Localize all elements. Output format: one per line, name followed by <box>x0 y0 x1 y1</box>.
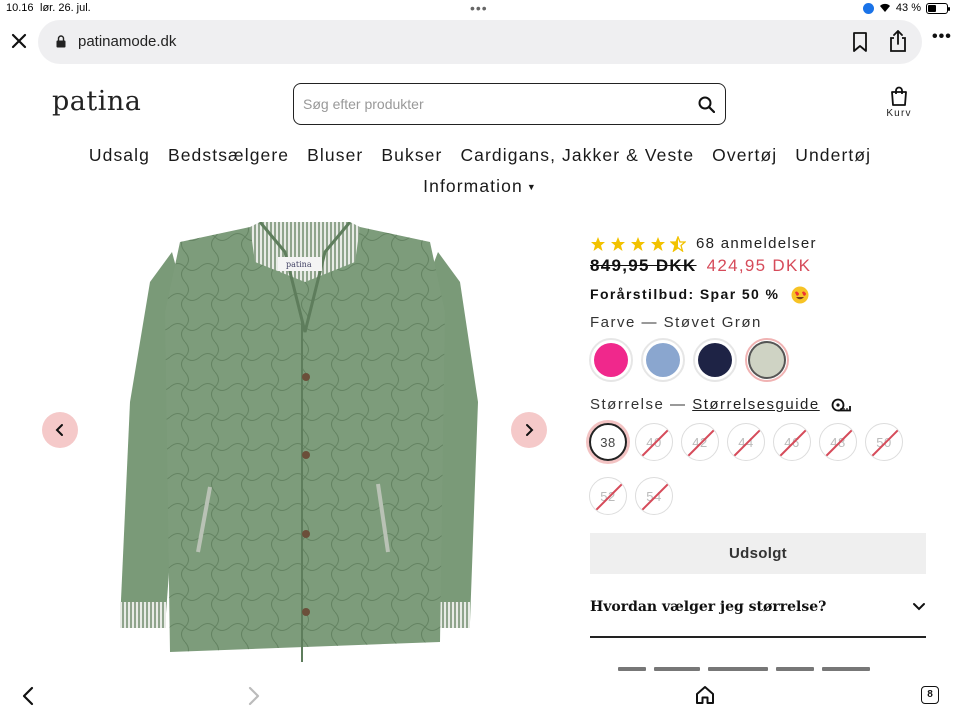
swatch-color-dot <box>750 343 784 377</box>
nav-item-bukser[interactable]: Bukser <box>381 145 442 167</box>
color-swatches <box>589 338 789 382</box>
home-icon[interactable] <box>695 685 715 705</box>
caret-down-icon: ▼ <box>526 182 537 193</box>
accordion-title: Hvordan vælger jeg størrelse? <box>590 599 827 615</box>
swatch-color-dot <box>594 343 628 377</box>
size-options: 38 40 42 44 46 48 50 52 54 <box>589 423 909 515</box>
bookmark-icon[interactable] <box>852 32 868 52</box>
nav-item-information[interactable]: Information ▼ <box>423 176 537 198</box>
location-icon <box>862 2 874 14</box>
color-label: Farve — Støvet Grøn <box>590 314 762 331</box>
size-label: Størrelse — <box>590 396 687 413</box>
size-option-46[interactable]: 46 <box>773 423 811 461</box>
url-text[interactable]: patinamode.dk <box>78 33 176 50</box>
size-option-42[interactable]: 42 <box>681 423 719 461</box>
size-option-50[interactable]: 50 <box>865 423 903 461</box>
shopping-bag-icon <box>891 86 907 106</box>
status-time: 10.16 <box>6 2 34 14</box>
cart-button[interactable]: Kurv <box>880 86 918 119</box>
more-options-icon[interactable]: ••• <box>932 29 952 45</box>
share-icon[interactable] <box>888 30 908 52</box>
gallery-next-button[interactable] <box>511 412 547 448</box>
svg-text:patina: patina <box>286 260 312 269</box>
status-date: lør. 26. jul. <box>40 2 91 14</box>
color-swatch-light-blue[interactable] <box>641 338 685 382</box>
wifi-icon <box>879 3 890 13</box>
promo-label: Forårstilbud: Spar 50 % <box>590 286 780 302</box>
size-option-52[interactable]: 52 <box>589 477 627 515</box>
nav-item-undertoej[interactable]: Undertøj <box>795 145 871 167</box>
address-bar[interactable]: patinamode.dk <box>38 20 922 64</box>
product-image: patina <box>110 222 500 670</box>
color-swatch-navy[interactable] <box>693 338 737 382</box>
battery-icon <box>926 2 950 14</box>
price-row: 849,95 DKK 424,95 DKK <box>590 256 811 276</box>
back-icon[interactable] <box>20 686 36 706</box>
sale-price: 424,95 DKK <box>706 256 812 275</box>
close-icon[interactable] <box>10 32 28 50</box>
search-input[interactable] <box>303 94 683 114</box>
size-guide-link[interactable]: Størrelsesguide <box>692 396 820 413</box>
nav-item-overtoej[interactable]: Overtøj <box>712 145 777 167</box>
promo-text: Forårstilbud: Spar 50 % <box>590 286 809 304</box>
star-icon <box>591 236 605 251</box>
size-option-44[interactable]: 44 <box>727 423 765 461</box>
star-icon <box>611 236 625 251</box>
battery-percent: 43 % <box>895 2 921 14</box>
search-icon[interactable] <box>698 96 715 113</box>
measuring-tape-icon[interactable] <box>831 398 852 412</box>
swatch-color-dot <box>698 343 732 377</box>
status-right: 43 % <box>862 2 950 14</box>
size-option-40[interactable]: 40 <box>635 423 673 461</box>
nav-information-label: Information <box>423 176 523 196</box>
jacket-illustration: patina <box>120 222 478 662</box>
size-help-accordion[interactable]: Hvordan vælger jeg størrelse? <box>590 586 926 638</box>
heart-eyes-emoji-icon <box>791 286 809 304</box>
status-bar: 10.16 lør. 26. jul. ••• 43 % <box>0 0 960 18</box>
nav-item-bluser[interactable]: Bluser <box>307 145 363 167</box>
sold-out-button[interactable]: Udsolgt <box>590 533 926 574</box>
lock-icon <box>56 35 66 48</box>
forward-icon[interactable] <box>246 686 262 706</box>
color-swatch-pink[interactable] <box>589 338 633 382</box>
main-nav: Udsalg Bedstsælgere Bluser Bukser Cardig… <box>0 145 960 198</box>
nav-item-bedstsaelgere[interactable]: Bedstsælgere <box>168 145 289 167</box>
search-box[interactable] <box>293 83 726 125</box>
tabs-button[interactable]: 8 <box>921 686 939 704</box>
star-icon <box>631 236 645 251</box>
nav-item-udsalg[interactable]: Udsalg <box>89 145 150 167</box>
nav-item-cardigans[interactable]: Cardigans, Jakker & Veste <box>460 145 694 167</box>
chevron-right-icon <box>526 424 534 436</box>
old-price: 849,95 DKK <box>590 256 697 275</box>
review-count[interactable]: 68 anmeldelser <box>696 235 817 252</box>
size-label-row: Størrelse — Størrelsesguide <box>590 396 852 413</box>
browser-toolbar: 8 <box>0 672 960 720</box>
swatch-color-dot <box>646 343 680 377</box>
rating-row[interactable]: 68 anmeldelser <box>590 235 817 252</box>
gallery-prev-button[interactable] <box>42 412 78 448</box>
multitask-dots-icon[interactable]: ••• <box>470 0 488 16</box>
size-option-38[interactable]: 38 <box>589 423 627 461</box>
size-option-54[interactable]: 54 <box>635 477 673 515</box>
site-logo[interactable]: patina <box>52 86 141 117</box>
cart-label: Kurv <box>886 108 912 119</box>
truncated-text <box>618 664 918 672</box>
size-option-48[interactable]: 48 <box>819 423 857 461</box>
chevron-left-icon <box>55 424 63 436</box>
color-swatch-sage[interactable] <box>745 338 789 382</box>
star-icon <box>651 236 665 251</box>
half-star-icon <box>670 235 686 252</box>
chevron-down-icon <box>913 603 925 611</box>
